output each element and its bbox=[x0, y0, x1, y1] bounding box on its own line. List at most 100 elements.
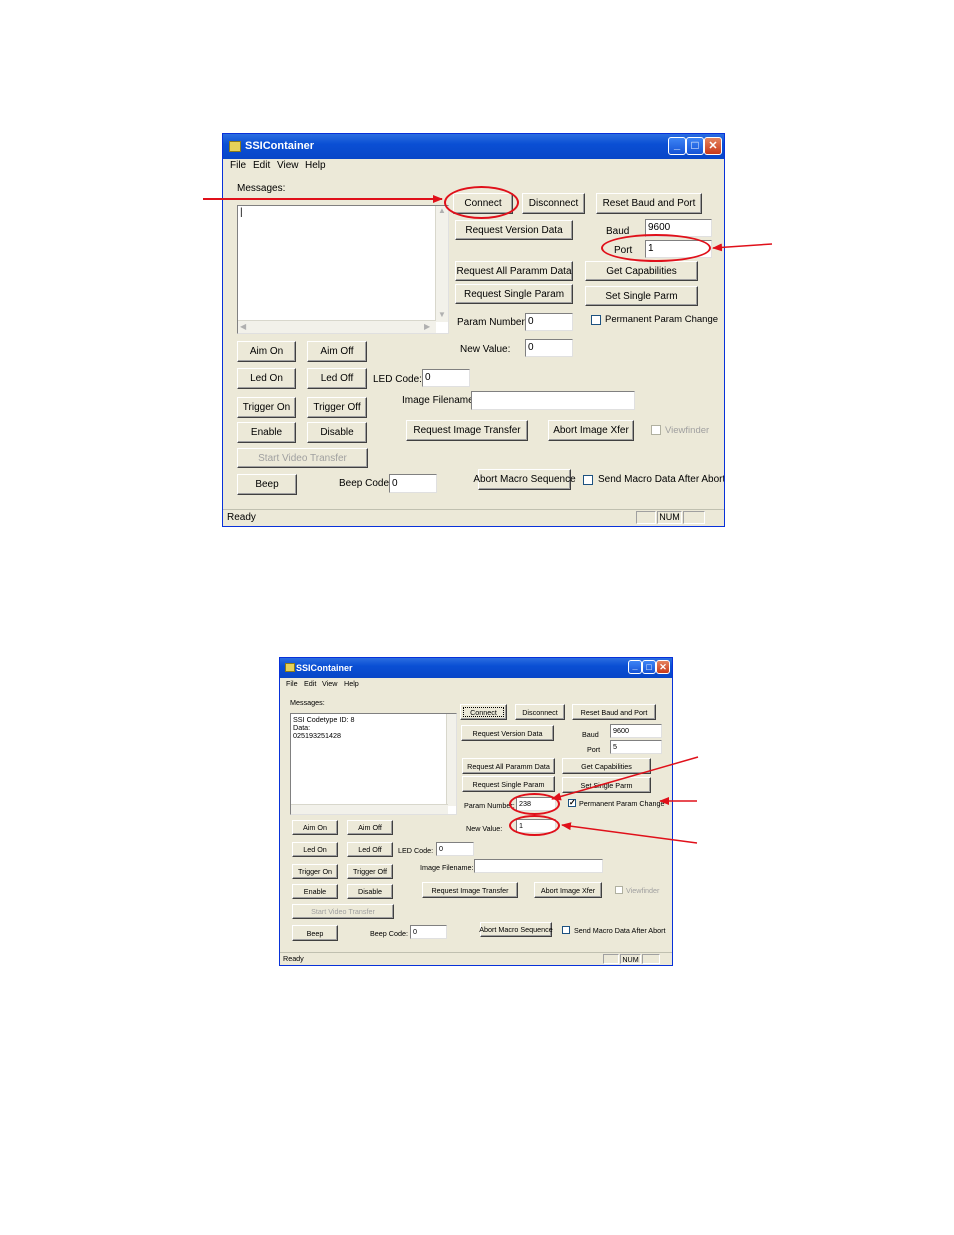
image-filename-field[interactable] bbox=[471, 391, 635, 410]
check-icon: ✓ bbox=[569, 798, 576, 807]
minimize-icon[interactable]: _ bbox=[628, 660, 642, 674]
abort-macro-button[interactable]: Abort Macro Sequence bbox=[473, 469, 576, 490]
trigger-on-button[interactable]: Trigger On bbox=[292, 864, 338, 879]
send-macro-checkbox[interactable] bbox=[583, 475, 593, 485]
permanent-param-checkbox[interactable]: ✓ bbox=[568, 798, 576, 807]
scroll-right-icon[interactable]: ▶ bbox=[424, 322, 430, 331]
app-icon bbox=[285, 663, 295, 672]
send-macro-checkbox[interactable] bbox=[562, 926, 570, 934]
messages-label: Messages: bbox=[237, 183, 286, 194]
messages-box[interactable]: SSI Codetype ID: 8 Data: 025193251428 bbox=[290, 713, 457, 815]
scroll-left-icon[interactable]: ◀ bbox=[240, 322, 246, 331]
set-single-parm-button[interactable]: Set Single Parm bbox=[562, 777, 651, 793]
close-icon[interactable]: ✕ bbox=[656, 660, 670, 674]
reset-baud-port-button[interactable]: Reset Baud and Port bbox=[572, 704, 656, 720]
maximize-icon[interactable]: □ bbox=[642, 660, 656, 674]
baud-label: Baud bbox=[582, 730, 599, 739]
beep-button[interactable]: Beep bbox=[237, 474, 297, 495]
trigger-off-button[interactable]: Trigger Off bbox=[307, 397, 367, 418]
led-on-button[interactable]: Led On bbox=[292, 842, 338, 857]
scroll-up-icon[interactable]: ▲ bbox=[438, 206, 446, 215]
viewfinder-checkbox[interactable] bbox=[651, 425, 661, 435]
minimize-icon[interactable]: _ bbox=[668, 137, 686, 155]
request-version-button[interactable]: Request Version Data bbox=[455, 220, 573, 240]
trigger-off-button[interactable]: Trigger Off bbox=[347, 864, 393, 879]
led-code-field[interactable]: 0 bbox=[436, 842, 474, 856]
request-image-button[interactable]: Request Image Transfer bbox=[422, 882, 518, 898]
port-field[interactable]: 1 bbox=[645, 240, 712, 258]
viewfinder-label: Viewfinder bbox=[626, 886, 660, 895]
aim-on-button[interactable]: Aim On bbox=[237, 341, 296, 362]
menu-file[interactable]: File bbox=[230, 160, 246, 171]
title-bar[interactable]: SSIContainer _ □ ✕ bbox=[280, 658, 672, 678]
led-code-label: LED Code: bbox=[373, 374, 422, 385]
image-filename-field[interactable] bbox=[474, 859, 603, 873]
viewfinder-checkbox[interactable] bbox=[615, 886, 623, 894]
baud-field[interactable]: 9600 bbox=[645, 219, 712, 237]
close-icon[interactable]: ✕ bbox=[704, 137, 722, 155]
menu-view[interactable]: View bbox=[322, 679, 337, 688]
request-all-param-button[interactable]: Request All Paramm Data bbox=[462, 758, 555, 774]
abort-image-button[interactable]: Abort Image Xfer bbox=[534, 882, 602, 898]
start-video-button[interactable]: Start Video Transfer bbox=[292, 904, 394, 919]
abort-image-button[interactable]: Abort Image Xfer bbox=[548, 420, 634, 441]
beep-button[interactable]: Beep bbox=[292, 925, 338, 941]
messages-vertical-scrollbar[interactable] bbox=[446, 714, 456, 806]
baud-label: Baud bbox=[606, 226, 630, 237]
aim-off-button[interactable]: Aim Off bbox=[307, 341, 367, 362]
messages-box[interactable]: | ▲ ▼ ◀ ▶ bbox=[237, 205, 449, 334]
led-off-button[interactable]: Led Off bbox=[307, 368, 367, 389]
disable-button[interactable]: Disable bbox=[307, 422, 367, 443]
enable-button[interactable]: Enable bbox=[292, 884, 338, 899]
start-video-button[interactable]: Start Video Transfer bbox=[237, 448, 368, 468]
reset-baud-port-button[interactable]: Reset Baud and Port bbox=[596, 193, 702, 214]
messages-horizontal-scrollbar[interactable]: ◀ ▶ bbox=[238, 320, 436, 333]
request-version-button[interactable]: Request Version Data bbox=[461, 725, 554, 741]
get-capabilities-button[interactable]: Get Capabilities bbox=[585, 261, 698, 281]
disable-button[interactable]: Disable bbox=[347, 884, 393, 899]
messages-horizontal-scrollbar[interactable] bbox=[291, 804, 448, 814]
enable-button[interactable]: Enable bbox=[237, 422, 296, 443]
request-image-button[interactable]: Request Image Transfer bbox=[406, 420, 528, 441]
connect-button[interactable]: Connect bbox=[453, 193, 513, 214]
app-icon bbox=[229, 141, 241, 152]
scroll-down-icon[interactable]: ▼ bbox=[438, 310, 446, 319]
menu-edit[interactable]: Edit bbox=[304, 679, 316, 688]
connect-button[interactable]: Connect bbox=[460, 704, 507, 720]
port-field[interactable]: 5 bbox=[610, 740, 662, 754]
viewfinder-label: Viewfinder bbox=[665, 425, 710, 436]
set-single-parm-button[interactable]: Set Single Parm bbox=[585, 286, 698, 306]
abort-macro-button[interactable]: Abort Macro Sequence bbox=[479, 922, 553, 937]
led-off-button[interactable]: Led Off bbox=[347, 842, 393, 857]
menu-help[interactable]: Help bbox=[305, 160, 326, 171]
led-on-button[interactable]: Led On bbox=[237, 368, 296, 389]
new-value-field[interactable]: 0 bbox=[525, 339, 573, 357]
baud-field[interactable]: 9600 bbox=[610, 724, 662, 738]
aim-on-button[interactable]: Aim On bbox=[292, 820, 338, 835]
menu-view[interactable]: View bbox=[277, 160, 299, 171]
new-value-field[interactable]: 1 bbox=[516, 819, 556, 833]
menu-edit[interactable]: Edit bbox=[253, 160, 270, 171]
message-line-3: 025193251428 bbox=[293, 731, 341, 740]
get-capabilities-button[interactable]: Get Capabilities bbox=[562, 758, 651, 774]
request-single-param-button[interactable]: Request Single Param bbox=[455, 284, 573, 304]
title-bar[interactable]: SSIContainer _ □ ✕ bbox=[223, 134, 724, 159]
maximize-icon[interactable]: □ bbox=[686, 137, 704, 155]
aim-off-button[interactable]: Aim Off bbox=[347, 820, 393, 835]
menu-file[interactable]: File bbox=[286, 679, 298, 688]
disconnect-button[interactable]: Disconnect bbox=[522, 193, 585, 214]
messages-vertical-scrollbar[interactable]: ▲ ▼ bbox=[435, 206, 448, 322]
trigger-on-button[interactable]: Trigger On bbox=[237, 397, 296, 418]
beep-code-field[interactable]: 0 bbox=[410, 925, 447, 939]
beep-code-field[interactable]: 0 bbox=[389, 474, 437, 493]
led-code-field[interactable]: 0 bbox=[422, 369, 470, 387]
menu-help[interactable]: Help bbox=[344, 679, 359, 688]
message-line: | bbox=[240, 207, 243, 218]
request-single-param-button[interactable]: Request Single Param bbox=[462, 776, 555, 792]
param-number-field[interactable]: 238 bbox=[516, 797, 556, 811]
permanent-param-checkbox[interactable] bbox=[591, 315, 601, 325]
disconnect-button[interactable]: Disconnect bbox=[515, 704, 565, 720]
ssicontainer-window-1: SSIContainer _ □ ✕ File Edit View Help M… bbox=[222, 133, 725, 527]
param-number-field[interactable]: 0 bbox=[525, 313, 573, 331]
request-all-param-button[interactable]: Request All Paramm Data bbox=[455, 261, 573, 281]
